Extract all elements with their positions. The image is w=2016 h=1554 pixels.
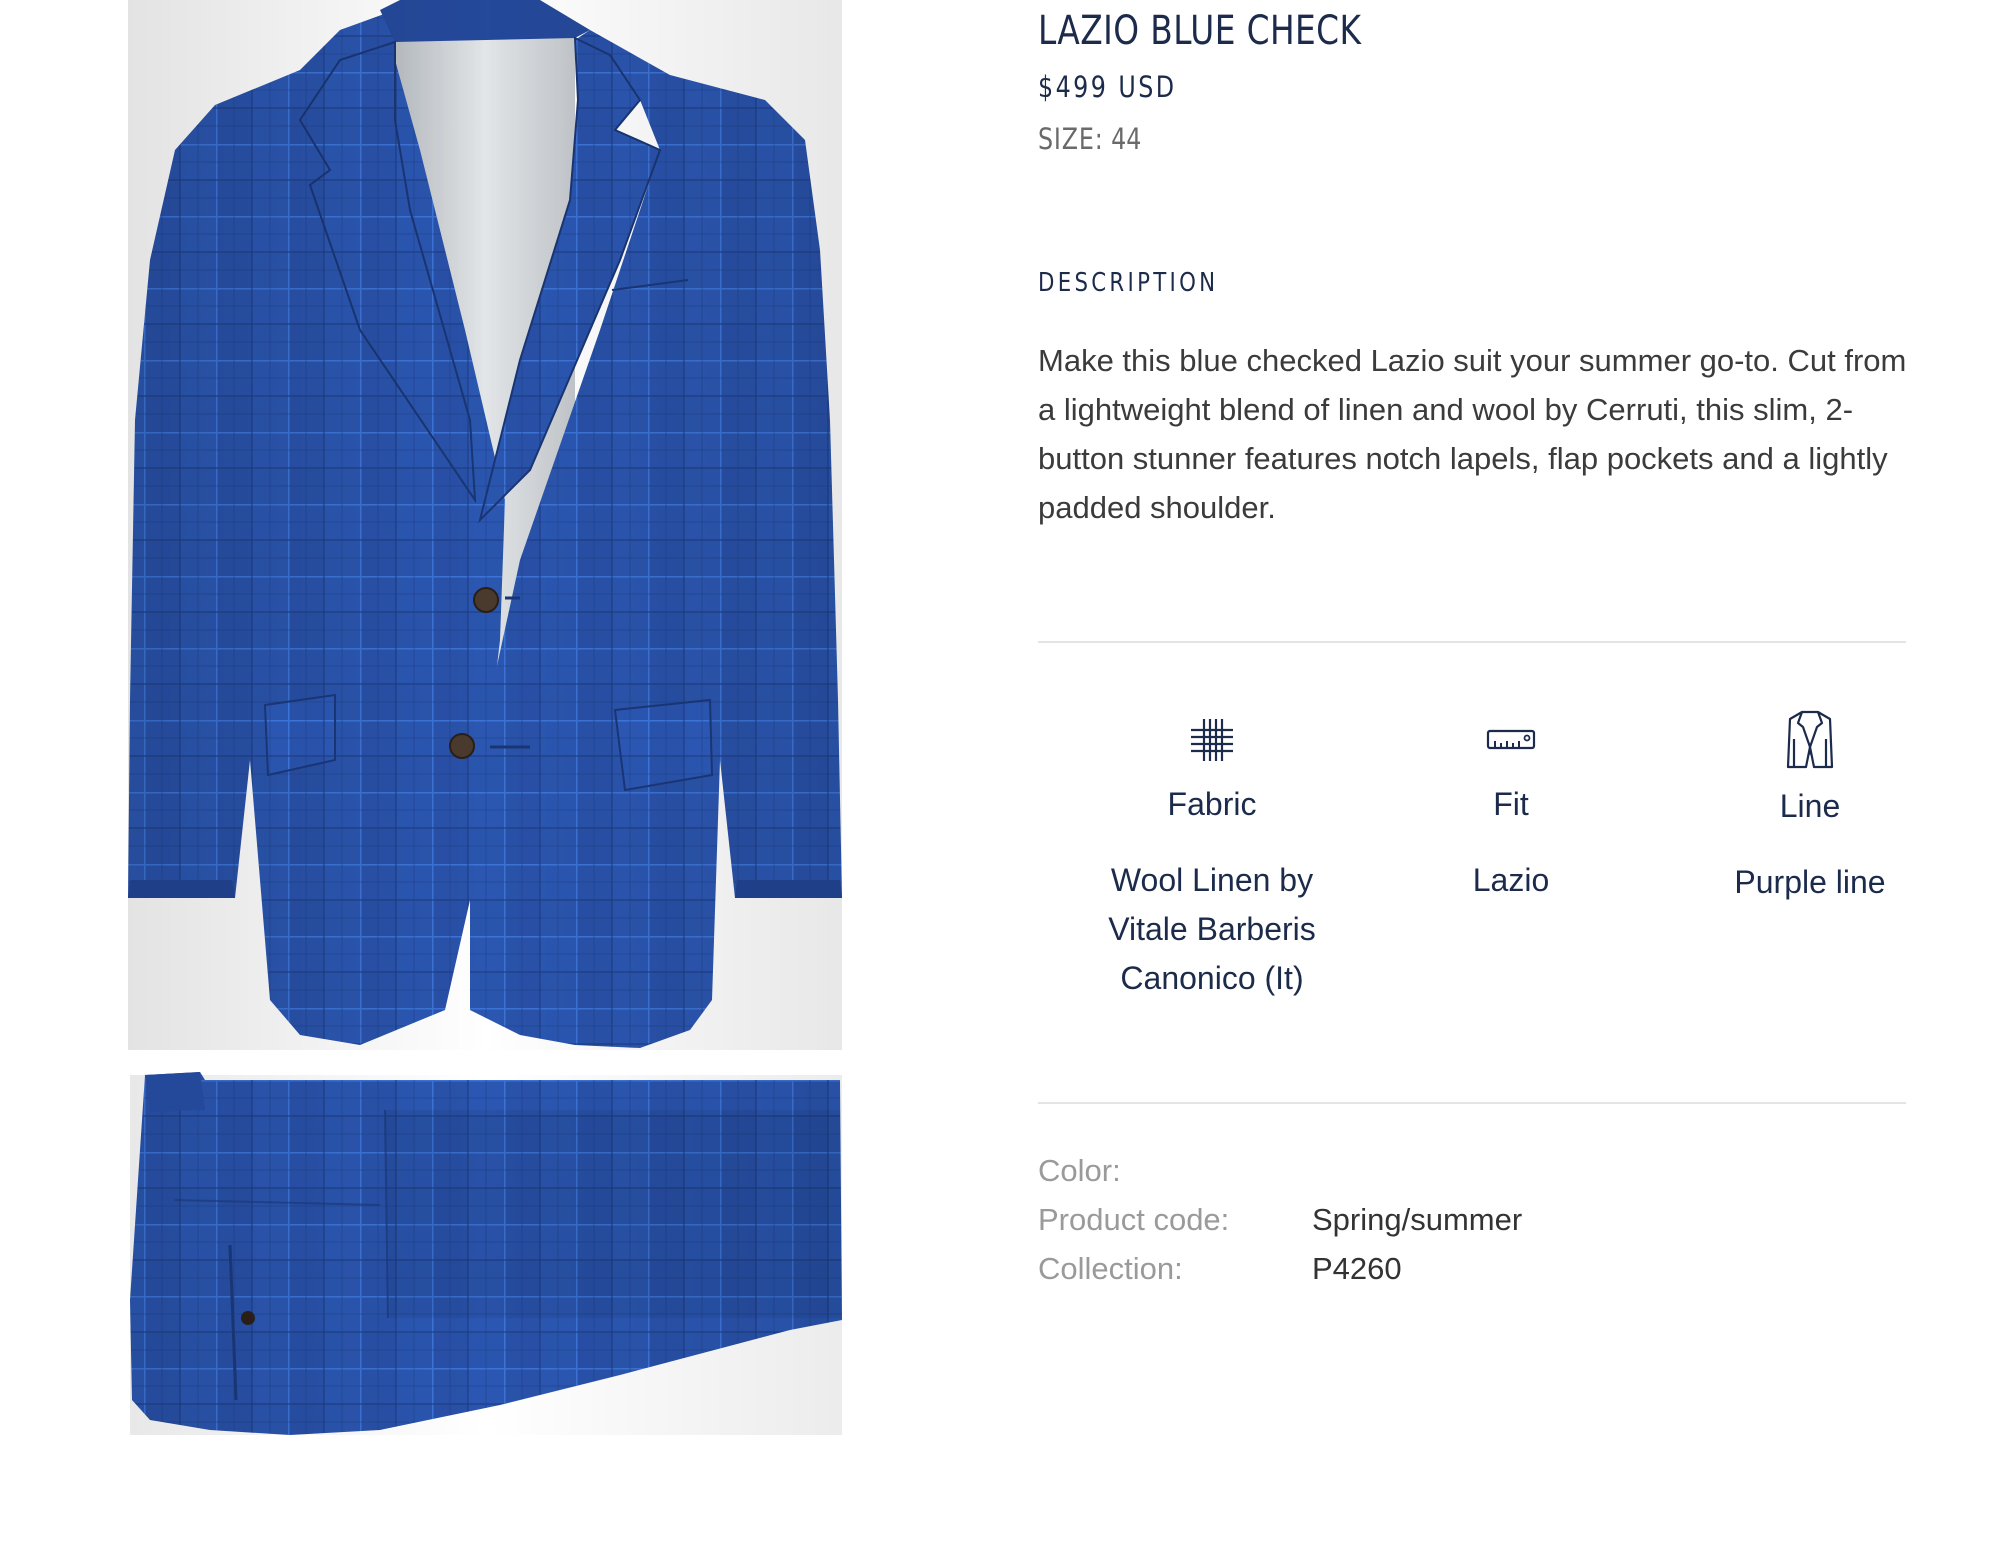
size-value: 44 — [1111, 122, 1142, 156]
size-label: SIZE: — [1038, 122, 1104, 156]
feature-fit-label: Fit — [1493, 786, 1529, 822]
jacket-shading — [128, 0, 842, 1050]
product-image — [0, 0, 900, 1554]
suit-illustration — [128, 0, 842, 1435]
spec-value: P4260 — [1312, 1251, 1402, 1286]
spec-key: Collection: — [1038, 1251, 1183, 1286]
feature-line-value: Purple line — [1734, 864, 1886, 900]
feature-fit-value: Lazio — [1472, 862, 1550, 898]
spec-row-color: Color: — [1038, 1146, 1522, 1195]
spec-row-product-code: Product code: Spring/summer — [1038, 1195, 1522, 1244]
spec-row-collection: Collection: P4260 — [1038, 1244, 1522, 1293]
product-title: LAZIO BLUE CHECK — [1038, 8, 1362, 54]
feature-line-label: Line — [1779, 788, 1841, 824]
right-flap-pocket — [613, 698, 714, 792]
product-size: SIZE: 44 — [1038, 122, 1141, 156]
jacket-button-top — [473, 587, 499, 613]
description-heading: DESCRIPTION — [1038, 268, 1219, 298]
feature-fabric: Fabric Wool Linen by Vitale Barberis Can… — [1092, 710, 1332, 1003]
feature-line: Line Purple line — [1690, 710, 1930, 907]
waistband — [145, 1072, 205, 1112]
description-text: Make this blue checked Lazio suit your s… — [1038, 343, 1907, 525]
spec-key: Color: — [1038, 1153, 1121, 1188]
spec-table: Color: Product code: Spring/summer Colle… — [1038, 1146, 1522, 1293]
feature-fabric-value: Wool Linen by Vitale Barberis Canonico (… — [1108, 862, 1316, 996]
feature-fit: Fit Lazio — [1391, 710, 1631, 905]
left-cuff — [128, 880, 235, 898]
spec-key: Product code: — [1038, 1202, 1230, 1237]
jacket-icon — [1690, 710, 1930, 770]
divider — [1038, 1102, 1906, 1104]
spec-value: Spring/summer — [1312, 1202, 1523, 1237]
jacket-button-bottom — [449, 733, 475, 759]
left-flap-pocket — [263, 693, 336, 777]
right-cuff — [735, 880, 842, 898]
ruler-icon — [1391, 710, 1631, 770]
fabric-grid-icon — [1092, 710, 1332, 770]
trousers-button — [241, 1311, 255, 1325]
feature-fabric-label: Fabric — [1167, 786, 1257, 822]
divider — [1038, 641, 1906, 643]
trousers-fold — [385, 1110, 842, 1318]
product-price: $499 USD — [1038, 70, 1177, 104]
